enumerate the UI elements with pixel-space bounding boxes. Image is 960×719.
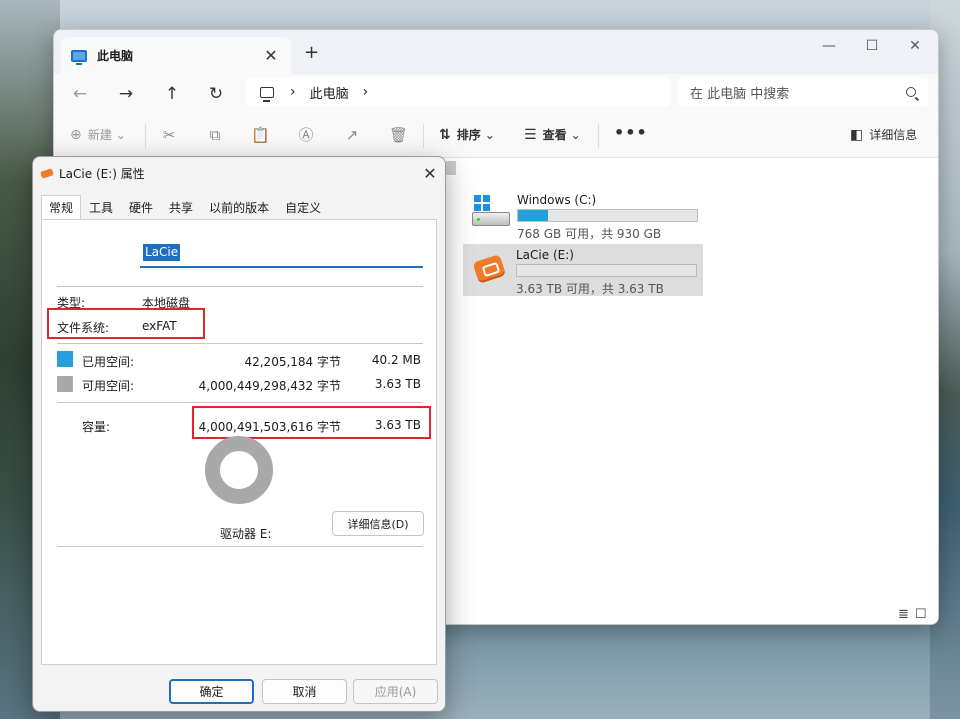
chevron-down-icon: ⌄ [484, 127, 495, 142]
drive-name: LaCie (E:) [516, 248, 574, 262]
filesystem-highlight-box [47, 308, 205, 339]
forward-button[interactable]: → [114, 82, 138, 106]
divider [57, 402, 423, 403]
ok-button[interactable]: 确定 [169, 679, 254, 704]
explorer-titlebar: 此电脑 ✕ + — ☐ ✕ [54, 30, 938, 74]
external-drive-icon [40, 167, 54, 179]
cancel-button[interactable]: 取消 [262, 679, 347, 704]
command-bar: ⊕ 新建 ⌄ ✂ ⧉ 📋 Ⓐ ↗ 🗑 ⇅ 排序 ⌄ ☰ 查看 ⌄ ••• ◧ 详… [54, 114, 938, 158]
plus-circle-icon: ⊕ [70, 126, 82, 143]
search-placeholder: 在 此电脑 中搜索 [690, 86, 790, 102]
properties-dialog: LaCie (E:) 属性 ✕ 常规 工具 硬件 共享 以前的版本 自定义 La… [32, 156, 446, 712]
disk-usage-donut [205, 436, 273, 504]
tab-tools[interactable]: 工具 [81, 195, 121, 219]
breadcrumb-this-pc[interactable]: 此电脑 [310, 83, 349, 102]
divider [57, 546, 423, 547]
chevron-down-icon: ⌄ [115, 127, 126, 142]
general-tab-panel: LaCie 类型: 本地磁盘 文件系统: exFAT 已用空间: 42,205,… [41, 219, 437, 665]
toolbar-divider [423, 124, 424, 148]
navigation-bar: ← → ↑ ↻ › 此电脑 › 在 此电脑 中搜索 [54, 74, 938, 114]
sort-icon: ⇅ [439, 126, 451, 143]
free-space-size: 3.63 TB [374, 377, 421, 391]
drive-usage-bar [517, 209, 698, 222]
drive-item-e[interactable]: LaCie (E:) 3.63 TB 可用，共 3.63 TB [463, 244, 703, 296]
divider [57, 343, 423, 344]
tab-previous-versions[interactable]: 以前的版本 [201, 195, 277, 219]
details-pane-icon: ◧ [850, 126, 864, 143]
sort-label: 排序 [456, 128, 481, 142]
disk-details-button[interactable]: 详细信息(D) [332, 511, 424, 536]
copy-icon[interactable]: ⧉ [206, 126, 224, 144]
drive-name: Windows (C:) [517, 193, 597, 207]
paste-icon[interactable]: 📋 [251, 126, 270, 144]
tab-sharing[interactable]: 共享 [161, 195, 201, 219]
free-space-label: 可用空间: [82, 379, 135, 393]
minimize-button[interactable]: — [811, 34, 847, 58]
details-pane-button[interactable]: ◧ 详细信息 [850, 126, 917, 143]
used-space-label: 已用空间: [82, 355, 135, 369]
drive-usage-bar [516, 264, 697, 277]
toolbar-divider [598, 124, 599, 148]
cut-icon[interactable]: ✂ [160, 126, 178, 144]
capacity-label: 容量: [82, 420, 111, 434]
used-space-size: 40.2 MB [371, 353, 421, 367]
up-button[interactable]: ↑ [160, 82, 184, 106]
dialog-tabs: 常规 工具 硬件 共享 以前的版本 自定义 [41, 195, 329, 220]
used-space-swatch [57, 351, 73, 367]
scroll-indicator[interactable] [446, 161, 456, 175]
drive-free-space: 768 GB 可用，共 930 GB [517, 227, 662, 241]
divider [57, 286, 423, 287]
view-button[interactable]: ☰ 查看 ⌄ [524, 126, 581, 143]
back-button[interactable]: ← [68, 82, 92, 106]
rename-icon[interactable]: Ⓐ [297, 126, 315, 144]
new-label: 新建 [87, 128, 112, 142]
search-icon [906, 87, 916, 97]
refresh-button[interactable]: ↻ [204, 82, 228, 106]
computer-icon [71, 49, 87, 65]
search-box[interactable]: 在 此电脑 中搜索 [678, 77, 928, 107]
tab-title: 此电脑 [97, 49, 134, 63]
computer-outline-icon [260, 86, 274, 102]
windows-logo-icon [474, 195, 490, 211]
apply-button[interactable]: 应用(A) [353, 679, 438, 704]
sort-button[interactable]: ⇅ 排序 ⌄ [439, 126, 495, 143]
free-space-bytes: 4,000,449,298,432 字节 [198, 379, 341, 393]
drive-letter-label: 驱动器 E: [220, 527, 272, 541]
new-tab-button[interactable]: + [304, 42, 319, 63]
breadcrumb-separator[interactable]: › [363, 84, 369, 100]
share-icon[interactable]: ↗ [343, 126, 361, 144]
drive-free-space: 3.63 TB 可用，共 3.63 TB [516, 282, 664, 296]
close-tab-icon[interactable]: ✕ [261, 46, 281, 65]
windows-drive-icon [470, 193, 510, 231]
external-drive-icon [469, 248, 508, 288]
delete-icon[interactable]: 🗑 [389, 126, 408, 144]
drive-usage-fill [518, 210, 549, 221]
tab-hardware[interactable]: 硬件 [121, 195, 161, 219]
layout-toggle-icons[interactable]: ≣☐ [898, 607, 933, 622]
used-space-bytes: 42,205,184 字节 [244, 355, 341, 369]
tab-general[interactable]: 常规 [41, 195, 82, 220]
drive-name-selection: LaCie [143, 244, 181, 261]
hard-drive-icon [472, 212, 510, 226]
breadcrumb-separator[interactable]: › [290, 84, 296, 100]
chevron-down-icon: ⌄ [570, 127, 581, 142]
tab-customize[interactable]: 自定义 [277, 195, 329, 219]
capacity-highlight-box [192, 406, 431, 439]
maximize-button[interactable]: ☐ [854, 34, 890, 58]
tab-this-pc[interactable]: 此电脑 ✕ [61, 37, 291, 74]
details-label: 详细信息 [869, 128, 918, 142]
drive-item-c[interactable]: Windows (C:) 768 GB 可用，共 930 GB [464, 189, 704, 241]
address-bar[interactable]: › 此电脑 › [246, 77, 670, 107]
close-window-button[interactable]: ✕ [897, 34, 933, 58]
free-space-swatch [57, 376, 73, 392]
drive-name-field[interactable] [140, 240, 423, 268]
view-icon: ☰ [524, 126, 537, 143]
more-options-button[interactable]: ••• [614, 123, 648, 142]
view-label: 查看 [542, 128, 567, 142]
dialog-title: LaCie (E:) 属性 [59, 166, 145, 181]
close-dialog-button[interactable]: ✕ [415, 164, 445, 183]
new-button[interactable]: ⊕ 新建 ⌄ [70, 126, 126, 143]
dialog-titlebar: LaCie (E:) 属性 ✕ [33, 157, 445, 189]
toolbar-divider [145, 124, 146, 148]
